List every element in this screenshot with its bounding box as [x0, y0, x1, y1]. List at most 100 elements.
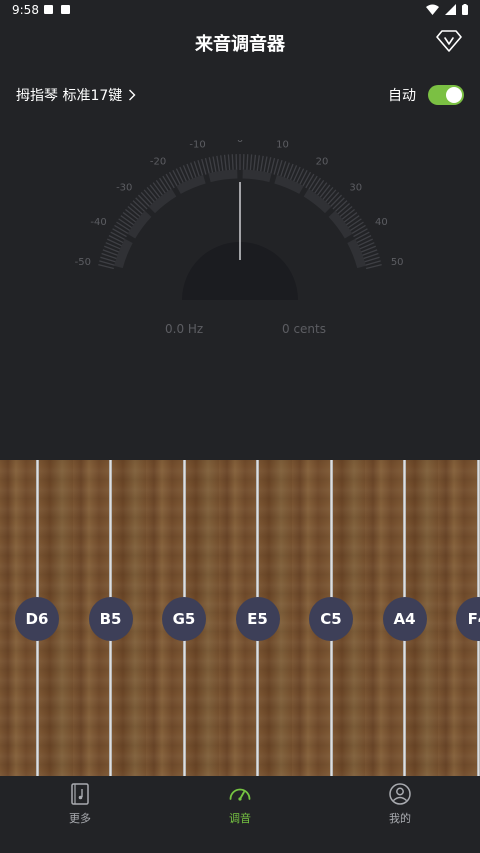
toggle-knob — [446, 87, 462, 103]
tab-tuner[interactable]: 调音 — [200, 782, 280, 826]
tab-more-label: 更多 — [69, 812, 91, 825]
bottom-tab-bar: 更多 调音 我的 — [0, 776, 480, 853]
meter-tick-label: 10 — [276, 140, 289, 151]
key-note-b5[interactable]: B5 — [88, 597, 133, 641]
meter-fine-tick — [343, 212, 358, 223]
meter-fine-tick — [137, 194, 151, 208]
meter-tick-label: -20 — [150, 156, 166, 167]
meter-fine-tick — [152, 182, 164, 196]
meter-fine-tick — [332, 197, 345, 210]
key-note-g5[interactable]: G5 — [162, 597, 206, 641]
meter-fine-tick — [98, 264, 115, 270]
meter-fine-tick — [118, 218, 133, 229]
meter-fine-tick — [120, 215, 135, 226]
tab-tuner-label: 调音 — [229, 812, 251, 825]
meter-fine-tick — [216, 155, 221, 172]
meter-fine-tick — [302, 171, 312, 187]
meter-fine-tick — [356, 235, 372, 244]
meter-fine-tick — [327, 192, 340, 205]
cents-readout: 0 cents — [282, 322, 326, 336]
meter-fine-tick — [305, 173, 315, 189]
tuner-gauge-icon — [229, 788, 251, 801]
meter-tick-label: 50 — [391, 257, 404, 268]
tab-more[interactable]: 更多 — [40, 782, 120, 826]
meter-fine-tick — [339, 205, 353, 218]
meter-fine-tick — [266, 157, 272, 174]
kalimba-board: D6B5G5E5C5A4F4 — [0, 460, 480, 776]
meter-tick-label: 0 — [237, 140, 243, 145]
meter-fine-tick — [125, 208, 139, 220]
auto-toggle[interactable] — [428, 85, 464, 105]
status-right — [426, 4, 468, 15]
meter-fine-tick — [249, 154, 253, 171]
notification-icons — [44, 5, 70, 14]
meter-fine-tick — [165, 173, 175, 189]
meter-fine-tick — [329, 194, 343, 208]
key-note-a4[interactable]: A4 — [382, 597, 427, 641]
meter-fine-tick — [334, 200, 348, 213]
status-bar: 9:58 — [0, 0, 480, 22]
meter-fine-tick — [143, 189, 156, 203]
meter-fine-tick — [319, 184, 331, 198]
meter-fine-tick — [259, 155, 264, 172]
meter-tick-label: 20 — [316, 156, 329, 167]
meter-fine-tick — [223, 154, 227, 171]
meter-fine-tick — [231, 154, 234, 171]
meter-tick-label: 40 — [375, 217, 388, 228]
meter-fine-tick — [365, 264, 382, 270]
instrument-selector[interactable]: 拇指琴 标准17键 — [16, 85, 136, 105]
meter-tick-label: -10 — [189, 140, 205, 151]
meter-segment — [242, 169, 272, 183]
profile-icon — [389, 783, 411, 805]
meter-fine-tick — [337, 203, 351, 215]
meter-fine-tick — [132, 200, 146, 213]
meter-tick-label: -50 — [75, 257, 91, 268]
meter-fine-tick — [313, 179, 325, 194]
meter-fine-tick — [311, 177, 321, 192]
instrument-label: 拇指琴 标准17键 — [16, 88, 123, 104]
tab-profile[interactable]: 我的 — [360, 782, 440, 826]
meter-fine-tick — [159, 177, 169, 192]
tab-profile-label: 我的 — [389, 812, 411, 825]
meter-fine-tick — [172, 170, 181, 185]
auto-mode: 自动 — [388, 85, 464, 105]
meter-fine-tick — [253, 154, 257, 171]
cell-signal-icon — [445, 4, 456, 15]
meter-fine-tick — [256, 155, 260, 172]
meter-fine-tick — [341, 208, 355, 220]
meter-segment — [208, 169, 238, 183]
meter-fine-tick — [122, 212, 137, 223]
meter-fine-tick — [345, 215, 360, 226]
key-note-e5[interactable]: E5 — [235, 597, 280, 641]
meter-fine-tick — [351, 224, 366, 235]
page-title: 来音调音器 — [195, 34, 285, 55]
meter-fine-tick — [316, 182, 328, 196]
meter-fine-tick — [127, 205, 141, 218]
meter-fine-tick — [349, 221, 364, 232]
vip-diamond-icon[interactable] — [436, 29, 462, 53]
tuning-meter: -50 -40 -30 -20 -10 0 10 20 30 40 50 — [75, 140, 404, 300]
meter-fine-tick — [299, 170, 308, 185]
meter-fine-tick — [204, 157, 210, 174]
meter-fine-tick — [263, 156, 268, 173]
meter-fine-tick — [162, 175, 172, 191]
meter-fine-tick — [208, 157, 214, 174]
meter-fine-tick — [354, 231, 370, 241]
meter-fine-tick — [246, 154, 249, 171]
meter-fine-tick — [347, 218, 362, 229]
meter-segment — [127, 210, 152, 239]
key-note-c5[interactable]: C5 — [309, 597, 353, 641]
meter-fine-tick — [273, 158, 279, 175]
status-time: 9:58 — [12, 3, 39, 17]
meter-fine-tick — [212, 156, 217, 173]
meter-fine-tick — [135, 197, 148, 210]
meter-fine-tick — [220, 155, 224, 172]
frequency-readout: 0.0 Hz — [165, 322, 204, 336]
meter-tick-label: -30 — [116, 183, 132, 194]
sub-header: 拇指琴 标准17键 自动 — [16, 85, 464, 107]
meter-segment — [328, 210, 353, 239]
meter-fine-tick — [146, 186, 158, 201]
meter-fine-tick — [114, 224, 129, 235]
key-note-d6[interactable]: D6 — [15, 597, 59, 641]
meter-fine-tick — [353, 228, 368, 238]
